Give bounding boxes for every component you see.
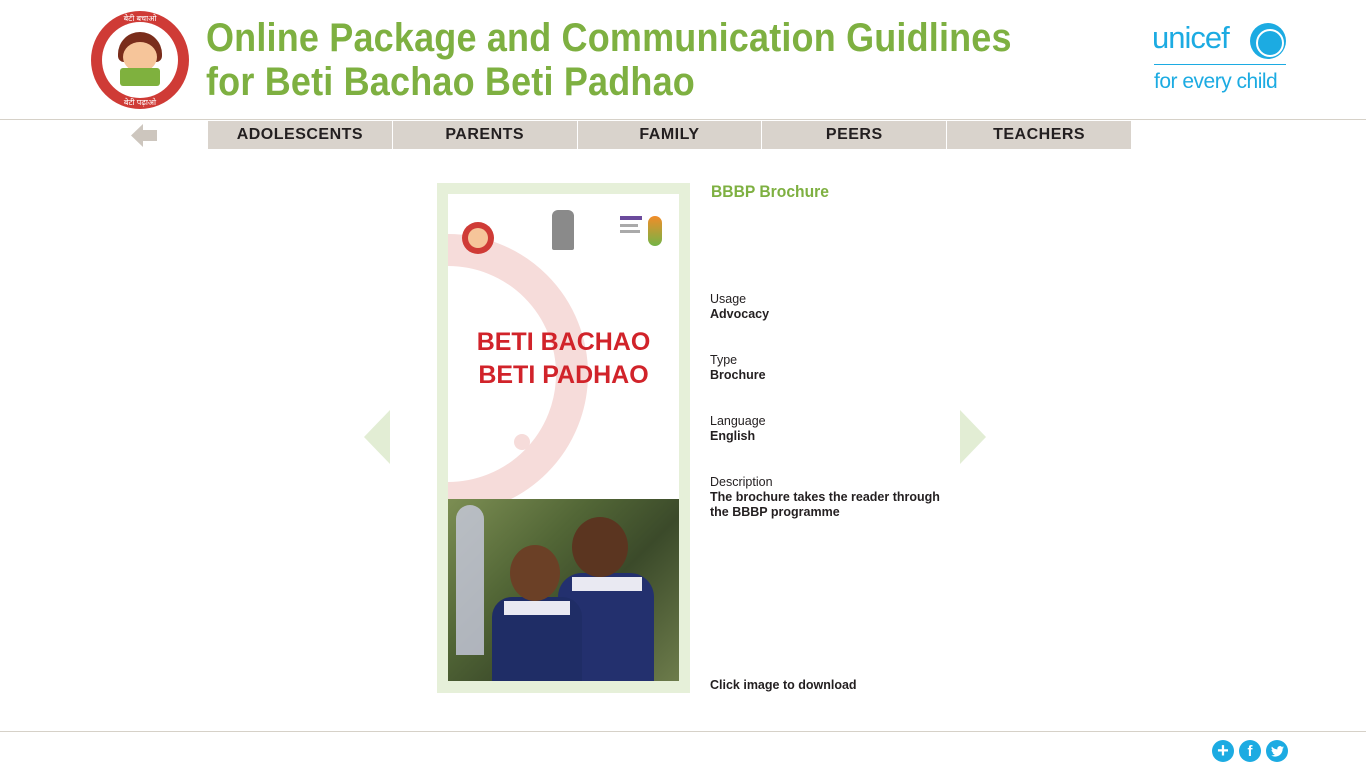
page-title-line2: for Beti Bachao Beti Padhao [206,60,695,104]
brochure-heading: BETI BACHAO BETI PADHAO [476,328,651,389]
type-label: Type [710,353,738,367]
plus-share-icon[interactable]: + [1212,740,1234,762]
category-nav: ADOLESCENTS PARENTS FAMILY PEERS TEACHER… [208,121,1131,149]
twitter-icon[interactable] [1266,740,1288,762]
brochure-photo [448,499,679,681]
nav-tab-parents[interactable]: PARENTS [392,121,578,149]
bbbp-mini-logo-icon [462,222,494,254]
page-header: बेटी बचाओ बेटी पढ़ाओ Online Package and … [0,0,1366,120]
unicef-wordmark: unicef [1152,20,1230,55]
footer-divider [0,731,1366,732]
usage-label: Usage [710,292,747,306]
facebook-icon[interactable]: f [1239,740,1261,762]
download-hint: Click image to download [710,678,857,692]
poshan-logo-icon [620,216,664,256]
arrow-left-icon[interactable] [131,124,157,147]
language-value: English [710,429,756,443]
triangle-right-icon[interactable] [960,410,986,464]
description-label: Description [710,475,773,489]
unicef-tagline: for every child [1154,70,1278,93]
nav-tab-teachers[interactable]: TEACHERS [947,121,1131,149]
unicef-globe-icon [1250,23,1286,59]
description-value: The brochure takes the reader through th… [710,490,940,519]
nav-tab-peers[interactable]: PEERS [762,121,948,149]
type-value: Brochure [710,368,766,382]
logo-ring-text-bottom: बेटी पढ़ाओ [123,98,157,107]
usage-value: Advocacy [710,307,770,321]
nav-tab-family[interactable]: FAMILY [577,121,763,149]
brochure-cover: BETI BACHAO BETI PADHAO [448,194,679,681]
page-title: Online Package and Communication Guidlin… [206,16,1012,104]
resource-title: BBBP Brochure [711,182,829,201]
language-label: Language [710,414,766,428]
unicef-logo: unicef for every child [1152,20,1292,100]
triangle-left-icon[interactable] [364,410,390,464]
brochure-download-image[interactable]: BETI BACHAO BETI PADHAO [437,183,690,693]
nav-tab-adolescents[interactable]: ADOLESCENTS [208,121,393,149]
bbbp-logo-icon: बेटी बचाओ बेटी पढ़ाओ [91,11,189,109]
national-emblem-icon [552,210,574,250]
page-title-line1: Online Package and Communication Guidlin… [206,16,1012,60]
